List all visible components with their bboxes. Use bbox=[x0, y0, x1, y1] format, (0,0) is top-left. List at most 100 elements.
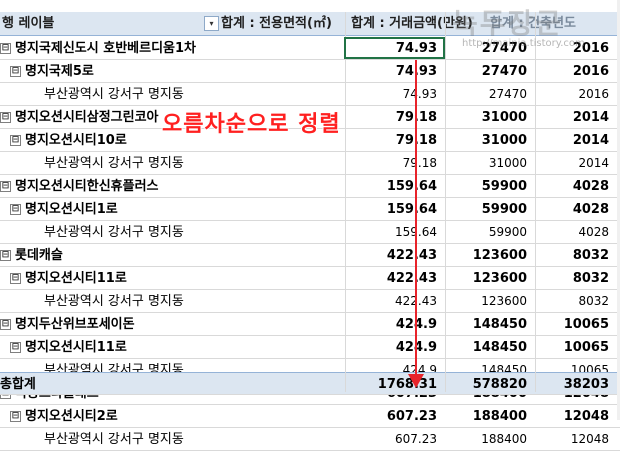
row-label-text: 부산광역시 강서구 명지동 bbox=[44, 432, 184, 447]
collapse-toggle-icon[interactable]: ⊟ bbox=[10, 204, 21, 215]
year-cell[interactable]: 4028 bbox=[535, 198, 613, 221]
column-divider bbox=[535, 12, 536, 392]
pivot-row[interactable]: ⊟ 명지오션시티2로 607.23 188400 12048 bbox=[0, 405, 620, 428]
row-label-cell[interactable]: 부산광역시 강서구 명지동 bbox=[0, 290, 345, 313]
area-cell[interactable]: 79.18 bbox=[345, 106, 445, 129]
price-cell[interactable]: 59900 bbox=[445, 221, 535, 244]
pivot-row[interactable]: ⊟ 명지두산위브포세이돈 424.914845010065 bbox=[0, 313, 620, 336]
row-label-cell[interactable]: ⊟ 명지오션시티11로 bbox=[0, 336, 345, 359]
pivot-row[interactable]: 부산광역시 강서구 명지동 422.431236008032 bbox=[0, 290, 620, 313]
pivot-row[interactable]: ⊟ 롯데캐슬 422.43 123600 8032 bbox=[0, 244, 620, 267]
year-cell[interactable]: 12048 bbox=[535, 405, 613, 428]
price-cell[interactable]: 27470 bbox=[445, 83, 535, 106]
area-cell[interactable]: 74.93 bbox=[345, 83, 445, 106]
year-cell[interactable]: 12048 bbox=[535, 428, 613, 451]
price-cell[interactable]: 31000 bbox=[445, 152, 535, 175]
collapse-toggle-icon[interactable]: ⊟ bbox=[10, 135, 21, 146]
area-cell[interactable]: 79.18 bbox=[345, 152, 445, 175]
collapse-toggle-icon[interactable]: ⊟ bbox=[0, 250, 11, 261]
area-cell[interactable]: 74.93 bbox=[345, 60, 445, 83]
year-cell[interactable]: 2014 bbox=[535, 152, 613, 175]
area-cell[interactable]: 422.43 bbox=[345, 244, 445, 267]
price-cell[interactable]: 123600 bbox=[445, 267, 535, 290]
price-cell[interactable]: 31000 bbox=[445, 106, 535, 129]
grand-total-year[interactable]: 38203 bbox=[535, 373, 613, 396]
row-label-text: 명지오션시티한신휴플러스 bbox=[15, 179, 159, 194]
year-cell[interactable]: 4028 bbox=[535, 221, 613, 244]
row-label-text: 부산광역시 강서구 명지동 bbox=[44, 87, 184, 102]
collapse-toggle-icon[interactable]: ⊟ bbox=[10, 66, 21, 77]
grand-total-row[interactable]: 총합계 1768.31 578820 38203 bbox=[0, 372, 620, 395]
price-cell[interactable]: 59900 bbox=[445, 175, 535, 198]
year-cell[interactable]: 2016 bbox=[535, 60, 613, 83]
year-cell[interactable]: 8032 bbox=[535, 267, 613, 290]
row-label-cell[interactable]: 부산광역시 강서구 명지동 bbox=[0, 428, 345, 451]
collapse-toggle-icon[interactable]: ⊟ bbox=[0, 181, 11, 192]
row-label-cell[interactable]: ⊟ 명지두산위브포세이돈 bbox=[0, 313, 345, 336]
year-cell[interactable]: 8032 bbox=[535, 244, 613, 267]
pivot-row[interactable]: ⊟ 명지국제5로 74.93274702016 bbox=[0, 60, 620, 83]
row-label-text: 명지오션시티1로 bbox=[25, 202, 118, 217]
collapse-toggle-icon[interactable]: ⊟ bbox=[10, 273, 21, 284]
active-cell-selection[interactable] bbox=[344, 37, 445, 59]
year-cell[interactable]: 10065 bbox=[535, 336, 613, 359]
watermark-url: http://mainia.tistory.com bbox=[462, 38, 585, 49]
collapse-toggle-icon[interactable]: ⊟ bbox=[10, 411, 21, 422]
year-cell[interactable]: 8032 bbox=[535, 290, 613, 313]
row-label-cell[interactable]: ⊟ 명지오션시티한신휴플러스 bbox=[0, 175, 345, 198]
col-area-header[interactable]: ▾ 합계 : 전용면적(㎡) bbox=[200, 12, 345, 35]
price-cell[interactable]: 27470 bbox=[445, 60, 535, 83]
area-cell[interactable]: 79.18 bbox=[345, 129, 445, 152]
area-cell[interactable]: 159.64 bbox=[345, 175, 445, 198]
price-cell[interactable]: 123600 bbox=[445, 244, 535, 267]
row-label-cell[interactable]: ⊟ 명지오션시티1로 bbox=[0, 198, 345, 221]
area-cell[interactable]: 424.9 bbox=[345, 313, 445, 336]
row-label-cell[interactable]: 부산광역시 강서구 명지동 bbox=[0, 221, 345, 244]
area-cell[interactable]: 607.23 bbox=[345, 428, 445, 451]
price-cell[interactable]: 31000 bbox=[445, 129, 535, 152]
year-cell[interactable]: 4028 bbox=[535, 175, 613, 198]
pivot-row[interactable]: ⊟ 명지오션시티11로 424.914845010065 bbox=[0, 336, 620, 359]
area-cell[interactable]: 159.64 bbox=[345, 221, 445, 244]
grand-total-price[interactable]: 578820 bbox=[445, 373, 535, 396]
price-cell[interactable]: 123600 bbox=[445, 290, 535, 313]
price-cell[interactable]: 188400 bbox=[445, 428, 535, 451]
pivot-row[interactable]: 부산광역시 강서구 명지동 159.64599004028 bbox=[0, 221, 620, 244]
row-label-text: 명지오션시티11로 bbox=[25, 340, 127, 355]
price-cell[interactable]: 148450 bbox=[445, 313, 535, 336]
row-label-cell[interactable]: 부산광역시 강서구 명지동 bbox=[0, 83, 345, 106]
row-label-text: 명지국제5로 bbox=[25, 64, 94, 79]
price-cell[interactable]: 148450 bbox=[445, 336, 535, 359]
pivot-row[interactable]: 부산광역시 강서구 명지동 74.93 27470 2016 bbox=[0, 83, 620, 106]
year-cell[interactable]: 10065 bbox=[535, 313, 613, 336]
row-label-text: 명지오션시티11로 bbox=[25, 271, 127, 286]
row-label-cell[interactable]: ⊟ 명지국제5로 bbox=[0, 60, 345, 83]
collapse-toggle-icon[interactable]: ⊟ bbox=[0, 112, 11, 123]
price-cell[interactable]: 188400 bbox=[445, 405, 535, 428]
grand-total-area[interactable]: 1768.31 bbox=[345, 373, 445, 396]
pivot-row[interactable]: ⊟ 명지오션시티한신휴플러스 159.64 59900 4028 bbox=[0, 175, 620, 198]
row-label-cell[interactable]: ⊟ 명지국제신도시 호반베르디움1차 bbox=[0, 37, 345, 60]
collapse-toggle-icon[interactable]: ⊟ bbox=[10, 342, 21, 353]
pivot-row[interactable]: 부산광역시 강서구 명지동 79.18 31000 2014 bbox=[0, 152, 620, 175]
year-cell[interactable]: 2014 bbox=[535, 106, 613, 129]
row-label-cell[interactable]: ⊟ 명지오션시티11로 bbox=[0, 267, 345, 290]
price-cell[interactable]: 59900 bbox=[445, 198, 535, 221]
area-cell[interactable]: 607.23 bbox=[345, 405, 445, 428]
collapse-toggle-icon[interactable]: ⊟ bbox=[0, 43, 11, 54]
pivot-row[interactable]: ⊟ 명지오션시티1로 159.64 59900 4028 bbox=[0, 198, 620, 221]
year-cell[interactable]: 2016 bbox=[535, 83, 613, 106]
area-cell[interactable]: 424.9 bbox=[345, 336, 445, 359]
row-label-cell[interactable]: 부산광역시 강서구 명지동 bbox=[0, 152, 345, 175]
pivot-row[interactable]: ⊟ 명지오션시티11로 422.43 123600 8032 bbox=[0, 267, 620, 290]
row-label-cell[interactable]: ⊟ 명지오션시티2로 bbox=[0, 405, 345, 428]
filter-dropdown-icon[interactable]: ▾ bbox=[204, 16, 219, 31]
pivot-row[interactable]: 부산광역시 강서구 명지동 607.23 188400 12048 bbox=[0, 428, 620, 451]
area-cell[interactable]: 159.64 bbox=[345, 198, 445, 221]
area-cell[interactable]: 422.43 bbox=[345, 267, 445, 290]
collapse-toggle-icon[interactable]: ⊟ bbox=[0, 319, 11, 330]
row-label-cell[interactable]: ⊟ 롯데캐슬 bbox=[0, 244, 345, 267]
area-cell[interactable]: 422.43 bbox=[345, 290, 445, 313]
row-label-text: 부산광역시 강서구 명지동 bbox=[44, 294, 184, 309]
year-cell[interactable]: 2014 bbox=[535, 129, 613, 152]
